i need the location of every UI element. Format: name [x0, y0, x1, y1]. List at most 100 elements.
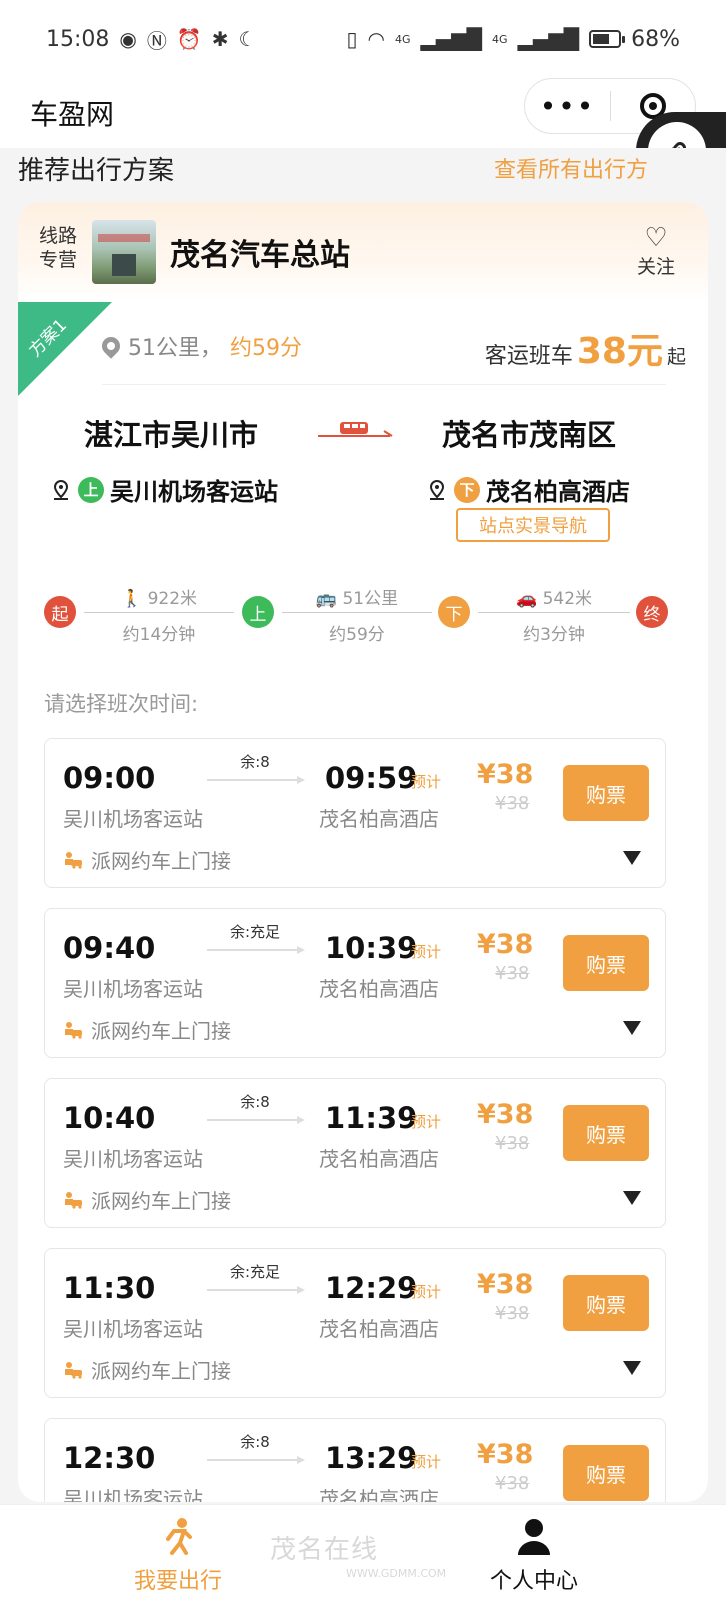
walk-distance: 922米	[147, 589, 198, 609]
seats-left: 余:充足	[229, 1263, 281, 1281]
trip-old-price: ¥38	[495, 1303, 530, 1324]
estimated-tag: 预计	[411, 1283, 442, 1301]
location-pin-icon	[53, 479, 69, 500]
signal-icon-2: ▂▄▆█	[517, 27, 580, 51]
expand-caret-icon[interactable]	[623, 851, 641, 865]
ride-hail-icon	[65, 851, 82, 869]
expand-caret-icon[interactable]	[623, 1021, 641, 1035]
battery-icon	[589, 30, 626, 48]
board-badge: 上	[78, 476, 104, 503]
car-segment-top: 🚗 542米	[478, 584, 630, 609]
location-pin-icon	[429, 479, 445, 500]
trip-to-stop: 茂名柏高酒店	[319, 977, 439, 1001]
estimated-tag: 预计	[411, 773, 442, 791]
location-pin-icon	[98, 333, 124, 359]
more-menu-button[interactable]: •••	[525, 90, 610, 123]
trip-old-price: ¥38	[495, 1473, 530, 1494]
pickup-service: 派网约车上门接	[63, 1185, 231, 1214]
duration-text: 约59分	[230, 336, 302, 361]
buy-ticket-button[interactable]: 购票	[563, 935, 649, 991]
price-amount: 38元	[576, 331, 663, 372]
timeline-alight: 下	[438, 596, 470, 628]
estimated-tag: 预计	[411, 1113, 442, 1131]
battery-fill	[593, 34, 610, 44]
walk-icon: 🚶	[120, 589, 143, 609]
follow-button[interactable]: ♡ 关注	[626, 224, 686, 279]
expand-caret-icon[interactable]	[623, 1191, 641, 1205]
journey-timeline: 起 🚶 922米 约14分钟 上 🚌 51公里 约59分 下 🚗 542米 约3…	[44, 574, 684, 654]
buy-ticket-button[interactable]: 购票	[563, 1105, 649, 1161]
bus-distance: 51公里	[342, 589, 399, 609]
station-navigation-button[interactable]: 站点实景导航	[456, 508, 610, 542]
departure-time: 09:40	[63, 931, 156, 965]
pickup-service: 派网约车上门接	[63, 1355, 231, 1384]
pickup-label: 派网约车上门接	[91, 1359, 231, 1383]
departure-time: 09:00	[63, 761, 156, 795]
trip-card[interactable]: 11:30 余:充足 12:29 预计 吴川机场客运站 茂名柏高酒店 ¥38 ¥38 购票 派网约…	[44, 1248, 666, 1398]
trip-old-price: ¥38	[495, 793, 530, 814]
station-photo	[92, 220, 156, 284]
bus-segment-top: 🚌 51公里	[282, 584, 432, 609]
choose-trip-label: 请选择班次时间:	[44, 692, 199, 716]
buy-ticket-button[interactable]: 购票	[563, 1275, 649, 1331]
seats-left: 余:8	[240, 1433, 270, 1451]
distance-text: 51公里，	[128, 336, 222, 361]
tab-go[interactable]: 我要出行	[108, 1515, 248, 1595]
alighting-stop[interactable]: 下 茂名柏高酒店	[426, 472, 630, 507]
timeline-line	[282, 612, 432, 613]
trip-price: ¥38	[477, 1439, 534, 1470]
status-right: ▯ ◠ 4G ▂▄▆█ 4G ▂▄▆█ 68%	[347, 27, 681, 52]
tab-me[interactable]: 个人中心	[464, 1515, 604, 1595]
hotspot-icon: ◠	[367, 27, 385, 51]
trip-old-price: ¥38	[495, 1133, 530, 1154]
tab-me-label: 个人中心	[489, 1569, 578, 1594]
bus-icon: 🚌	[315, 589, 338, 609]
heart-plus-icon: ♡	[644, 223, 668, 253]
distance-row: 51公里， 约59分	[98, 330, 302, 362]
trip-to-stop: 茂名柏高酒店	[319, 1317, 439, 1341]
trip-from-stop: 吴川机场客运站	[63, 977, 203, 1001]
seat-arrow	[207, 1456, 305, 1464]
status-bar: 15:08 ◉ Ⓝ ⏰ ✱ ☾ ▯ ◠ 4G ▂▄▆█ 4G ▂▄▆█ 68%	[0, 0, 726, 78]
divider	[102, 384, 666, 385]
trip-card[interactable]: 10:40 余:8 11:39 预计 吴川机场客运站 茂名柏高酒店 ¥38 ¥38 购票 派网约车…	[44, 1078, 666, 1228]
boarding-stop[interactable]: 上 吴川机场客运站	[50, 472, 278, 507]
plan-ribbon: 方案1	[18, 302, 112, 396]
alighting-stop-name: 茂名柏高酒店	[486, 478, 630, 506]
seats-left: 余:8	[240, 1093, 270, 1111]
station-name: 茂名汽车总站	[170, 238, 350, 273]
section-header: 推荐出行方案 查看所有出行方	[0, 148, 726, 198]
seat-arrow	[207, 946, 305, 954]
walk-segment-top: 🚶 922米	[84, 584, 234, 609]
section-title: 推荐出行方案	[18, 156, 175, 186]
ride-hail-icon	[65, 1361, 82, 1379]
departure-time: 12:30	[63, 1441, 156, 1475]
trip-to-stop: 茂名柏高酒店	[319, 1147, 439, 1171]
departure-time: 10:40	[63, 1101, 156, 1135]
pickup-label: 派网约车上门接	[91, 1189, 231, 1213]
price-label: 客运班车	[484, 344, 573, 369]
ride-hail-icon	[65, 1021, 82, 1039]
trip-from-stop: 吴川机场客运站	[63, 1487, 203, 1502]
pickup-service: 派网约车上门接	[63, 1015, 231, 1044]
trip-old-price: ¥38	[495, 963, 530, 984]
signal-b-label: 4G	[492, 32, 508, 46]
follow-label: 关注	[636, 256, 675, 278]
car-duration: 约3分钟	[523, 625, 585, 645]
trip-from-stop: 吴川机场客运站	[63, 807, 203, 831]
to-city: 茂名市茂南区	[442, 418, 617, 452]
route-card: 线路专营 茂名汽车总站 ♡ 关注 方案1 51公里， 约59分 客运班车 38元…	[18, 202, 708, 1502]
see-all-link[interactable]: 查看所有出行方	[494, 152, 648, 184]
trip-card[interactable]: 09:00 余:8 09:59 预计 吴川机场客运站 茂名柏高酒店 ¥38 ¥38 购票 派网约车…	[44, 738, 666, 888]
expand-caret-icon[interactable]	[623, 1361, 641, 1375]
arrival-time: 13:29	[325, 1441, 418, 1475]
buy-ticket-button[interactable]: 购票	[563, 1445, 649, 1501]
trip-card[interactable]: 12:30余:813:29预计吴川机场客运站茂名柏高酒店¥38¥38购票派网约车…	[44, 1418, 666, 1502]
trip-card[interactable]: 09:40 余:充足 10:39 预计 吴川机场客运站 茂名柏高酒店 ¥38 ¥38 购票 派网约…	[44, 908, 666, 1058]
price-summary: 客运班车 38元 起	[485, 322, 686, 374]
seat-arrow	[207, 776, 305, 784]
buy-ticket-button[interactable]: 购票	[563, 765, 649, 821]
pickup-label: 派网约车上门接	[91, 849, 231, 873]
car-icon: 🚗	[515, 589, 538, 609]
person-icon	[464, 1515, 604, 1559]
